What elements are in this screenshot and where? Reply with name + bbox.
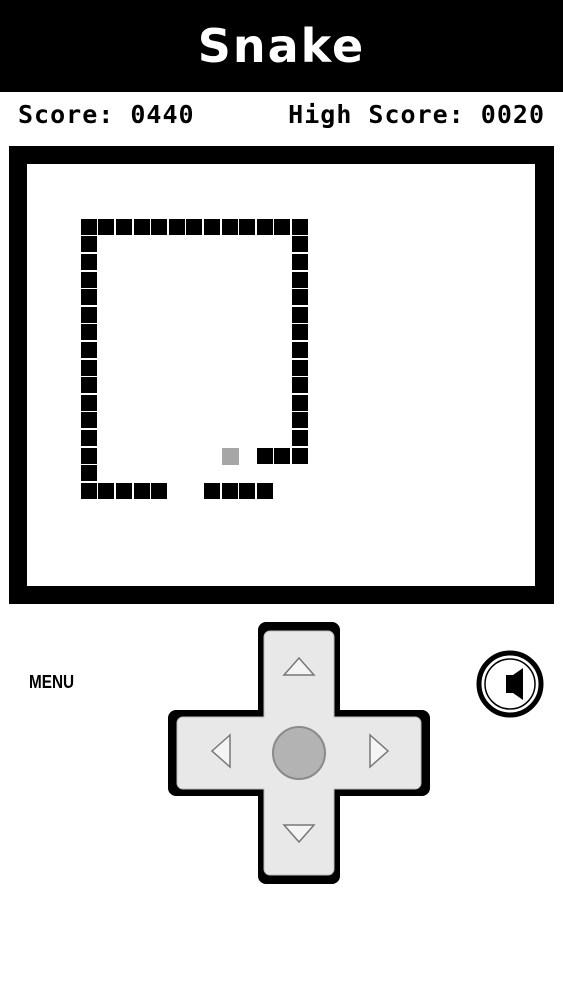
snake-segment xyxy=(80,236,97,253)
snake-segment xyxy=(80,271,97,288)
snake-segment xyxy=(274,218,291,235)
snake-segment xyxy=(80,359,97,376)
snake-segment xyxy=(292,430,308,446)
snake-segment xyxy=(133,218,150,235)
snake-segment xyxy=(80,324,97,341)
snake-segment xyxy=(98,482,115,499)
dpad-down-button[interactable] xyxy=(264,795,334,875)
snake-segment xyxy=(186,218,203,235)
snake-segment xyxy=(292,306,308,323)
snake-segment xyxy=(239,482,256,499)
snake-segment xyxy=(204,218,220,235)
dpad-left-button[interactable] xyxy=(177,717,257,789)
snake-segment xyxy=(116,218,132,235)
score-row: Score: 0440 High Score: 0020 xyxy=(0,96,563,136)
sound-button[interactable] xyxy=(476,650,544,718)
snake-segment xyxy=(80,447,97,464)
snake-segment xyxy=(292,377,308,394)
play-area xyxy=(27,164,535,586)
snake-segment xyxy=(239,218,256,235)
snake-segment xyxy=(256,482,273,499)
snake-segment xyxy=(256,218,273,235)
snake-segment xyxy=(292,447,308,464)
center-button[interactable] xyxy=(272,726,326,780)
snake-segment xyxy=(116,482,132,499)
snake-segment xyxy=(80,465,97,482)
snake-segment xyxy=(292,394,308,411)
snake-segment xyxy=(292,324,308,341)
game-board xyxy=(9,146,554,604)
snake-segment xyxy=(292,236,308,253)
snake-segment xyxy=(80,482,97,499)
snake-segment xyxy=(80,377,97,394)
snake-segment xyxy=(292,342,308,358)
snake-segment xyxy=(221,218,238,235)
snake-segment xyxy=(292,412,308,429)
snake-segment xyxy=(80,394,97,411)
dpad-up-button[interactable] xyxy=(264,631,334,711)
snake-segment xyxy=(292,359,308,376)
snake-segment xyxy=(80,218,97,235)
snake-segment xyxy=(168,218,185,235)
snake-segment xyxy=(80,306,97,323)
dpad xyxy=(168,622,430,884)
snake-segment xyxy=(292,289,308,306)
snake-segment xyxy=(221,482,238,499)
snake-segment xyxy=(204,482,220,499)
snake-segment xyxy=(292,271,308,288)
speaker-icon xyxy=(476,650,544,718)
score-display: Score: 0440 xyxy=(18,100,195,129)
snake-segment xyxy=(80,412,97,429)
snake-segment xyxy=(80,254,97,270)
game-title: Snake xyxy=(197,19,366,73)
snake-segment xyxy=(98,218,115,235)
snake-segment xyxy=(151,482,168,499)
snake-segment xyxy=(292,254,308,270)
snake-segment xyxy=(80,430,97,446)
food-pellet xyxy=(221,447,239,465)
dpad-right-button[interactable] xyxy=(341,717,421,789)
snake-segment xyxy=(256,447,273,464)
snake-segment xyxy=(274,447,291,464)
high-score-display: High Score: 0020 xyxy=(288,100,545,129)
snake-segment xyxy=(80,289,97,306)
snake-segment xyxy=(80,342,97,358)
snake-segment xyxy=(151,218,168,235)
snake-segment xyxy=(133,482,150,499)
snake-segment xyxy=(292,218,308,235)
menu-button[interactable]: MENU xyxy=(29,672,74,693)
title-bar: Snake xyxy=(0,0,563,92)
